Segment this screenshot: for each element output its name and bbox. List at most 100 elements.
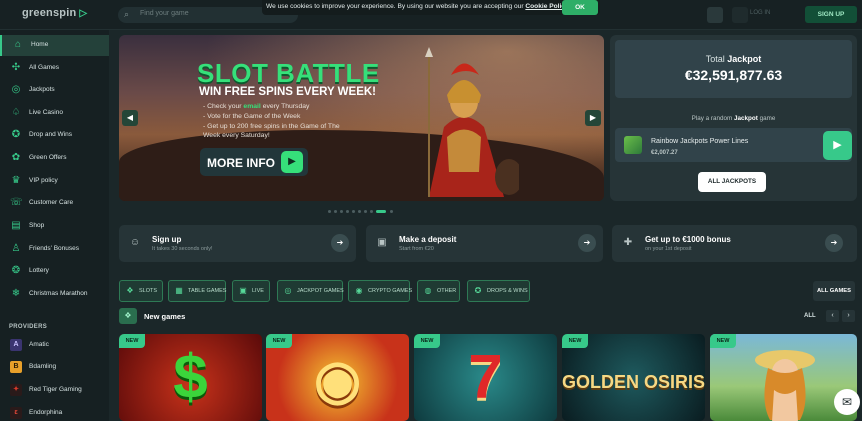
sidebar-item-home[interactable]: ⌂ Home xyxy=(0,35,109,56)
carousel-dot[interactable] xyxy=(370,210,373,213)
top-bar: greenspin ▷ ⌕ Find your game We use cooki… xyxy=(0,0,862,30)
sidebar-item-label: Green Offers xyxy=(29,154,67,161)
christmas-icon: ❄ xyxy=(11,288,21,299)
site-logo[interactable]: greenspin ▷ xyxy=(22,7,87,19)
jackpot-game-row[interactable]: Rainbow Jackpots Power Lines €2,007.27 ▶ xyxy=(615,128,852,162)
user-icon: ☺ xyxy=(129,237,141,248)
banner-line-1: - Check your email every Thursday xyxy=(203,103,309,110)
banner-line-4: Week every Saturday! xyxy=(203,132,270,139)
sidebar-item-label: All Games xyxy=(29,64,59,71)
wallet-icon: ▣ xyxy=(377,237,387,248)
jackpot-amount: €32,591,877.63 xyxy=(684,67,783,83)
prev-arrow-icon[interactable]: ‹ xyxy=(826,310,839,322)
carousel-dot[interactable] xyxy=(358,210,361,213)
carousel-dot[interactable] xyxy=(340,210,343,213)
new-games-all-link[interactable]: ALL xyxy=(804,313,816,319)
crypto-icon: ◉ xyxy=(355,286,363,295)
sidebar-item-jackpots[interactable]: ◎ Jackpots xyxy=(0,80,109,101)
all-games-button[interactable]: ALL GAMES xyxy=(813,281,855,301)
provider-item-red-tiger[interactable]: ✦ Red Tiger Gaming xyxy=(0,380,109,400)
promo-card-deposit[interactable]: ▣ Make a deposit Start from €20 ➔ xyxy=(366,225,603,262)
category-jackpot-games[interactable]: ◎ JACKPOT GAMES xyxy=(277,280,344,302)
dollar-sign-icon: $ xyxy=(173,343,208,412)
category-label: LIVE xyxy=(252,288,264,294)
cookie-message: We use cookies to improve your experienc… xyxy=(266,3,526,10)
carousel-dot[interactable] xyxy=(334,210,337,213)
sidebar-item-all-games[interactable]: ✣ All Games xyxy=(0,58,109,79)
promo-banner[interactable]: SLOT BATTLE WIN FREE SPINS EVERY WEEK! -… xyxy=(119,35,604,201)
carousel-dot-active[interactable] xyxy=(376,210,386,213)
signup-button[interactable]: SIGN UP xyxy=(805,6,857,23)
games-icon: ✣ xyxy=(11,62,21,73)
promo-subtitle: It takes 30 seconds only! xyxy=(152,246,213,252)
game-card[interactable]: ◉ NEW xyxy=(266,334,409,421)
arrow-right-icon[interactable]: ➔ xyxy=(578,234,596,252)
provider-item-endorphina[interactable]: ε Endorphina xyxy=(0,403,109,421)
sidebar-item-friends-bonuses[interactable]: ♙ Friends' Bonuses xyxy=(0,239,109,260)
chat-support-icon[interactable]: ✉ xyxy=(834,389,860,415)
jackpot-label-bold: Jackpot xyxy=(727,54,762,64)
promo-card-bonus[interactable]: ✚ Get up to €1000 bonus on your 1st depo… xyxy=(612,225,857,262)
home-icon: ⌂ xyxy=(14,39,22,50)
category-crypto-games[interactable]: ◉ CRYPTO GAMES xyxy=(348,280,412,302)
jackpot-game-value: €2,007.27 xyxy=(651,150,678,156)
provider-item-bdamling[interactable]: B Bdamling xyxy=(0,357,109,377)
sidebar-item-shop[interactable]: ▤ Shop xyxy=(0,216,109,237)
sidebar-item-label: Shop xyxy=(29,222,45,229)
banner-line-3: - Get up to 200 free spins in the Game o… xyxy=(203,123,340,130)
category-other[interactable]: ◍ OTHER xyxy=(417,280,460,302)
cookie-ok-button[interactable]: OK xyxy=(562,0,598,15)
random-pre: Play a random xyxy=(691,115,735,122)
provider-label: Amatic xyxy=(29,341,49,348)
customer-care-icon: ☏ xyxy=(10,197,23,208)
login-icon[interactable] xyxy=(732,7,748,23)
play-icon: ▶ xyxy=(281,151,303,173)
lucky-seven-icon: 7 xyxy=(468,343,503,412)
banner-prev-button[interactable]: ◀ xyxy=(122,110,138,126)
category-label: DROPS & WINS xyxy=(487,288,528,294)
promo-subtitle: on your 1st deposit xyxy=(645,246,692,252)
arrow-right-icon[interactable]: ➔ xyxy=(331,234,349,252)
promo-card-signup[interactable]: ☺ Sign up It takes 30 seconds only! ➔ xyxy=(119,225,356,262)
category-slots[interactable]: ❖ SLOTS xyxy=(119,280,163,302)
carousel-dot[interactable] xyxy=(352,210,355,213)
category-label: JACKPOT GAMES xyxy=(297,288,344,294)
provider-label: Endorphina xyxy=(29,409,63,416)
sidebar-item-live-casino[interactable]: ♤ Live Casino xyxy=(0,103,109,124)
arrow-right-icon[interactable]: ➔ xyxy=(825,234,843,252)
next-arrow-icon[interactable]: › xyxy=(842,310,855,322)
sidebar-item-green-offers[interactable]: ✿ Green Offers xyxy=(0,148,109,169)
category-live[interactable]: ▣ LIVE xyxy=(232,280,270,302)
sidebar-item-lottery[interactable]: ❂ Lottery xyxy=(0,261,109,282)
carousel-dot[interactable] xyxy=(390,210,393,213)
more-info-label: MORE INFO xyxy=(207,156,275,170)
provider-item-amatic[interactable]: A Amatic xyxy=(0,335,109,355)
endorphina-icon: ε xyxy=(10,407,22,419)
sidebar-item-vip-policy[interactable]: ♛ VIP policy xyxy=(0,171,109,192)
carousel-dot[interactable] xyxy=(328,210,331,213)
jackpot-icon: ◎ xyxy=(11,84,21,95)
jackpot-play-button[interactable]: ▶ xyxy=(823,131,852,160)
category-table-games[interactable]: ▦ TABLE GAMES xyxy=(168,280,226,302)
carousel-dot[interactable] xyxy=(364,210,367,213)
all-jackpots-button[interactable]: ALL JACKPOTS xyxy=(698,172,766,192)
sidebar-item-customer-care[interactable]: ☏ Customer Care xyxy=(0,193,109,214)
game-card[interactable]: $ NEW xyxy=(119,334,262,421)
farm-girl-illustration xyxy=(755,350,815,421)
sidebar-item-drop-and-wins[interactable]: ✪ Drop and Wins xyxy=(0,125,109,146)
jackpot-game-name: Rainbow Jackpots Power Lines xyxy=(651,138,749,145)
category-drops-wins[interactable]: ✪ DROPS & WINS xyxy=(467,280,530,302)
login-label[interactable]: LOG IN xyxy=(750,10,770,16)
red-tiger-icon: ✦ xyxy=(10,384,22,396)
game-card[interactable]: 7 NEW xyxy=(414,334,557,421)
banner-next-button[interactable]: ▶ xyxy=(585,110,601,126)
eye-of-ra-icon: ◉ xyxy=(313,350,362,410)
more-info-button[interactable]: MORE INFO ▶ xyxy=(200,148,308,176)
jackpot-panel: Total Jackpot €32,591,877.63 Play a rand… xyxy=(610,35,857,201)
game-card[interactable]: GOLDEN OSIRIS NEW xyxy=(562,334,705,421)
sidebar-item-christmas-marathon[interactable]: ❄ Christmas Marathon xyxy=(0,284,109,305)
carousel-dot[interactable] xyxy=(346,210,349,213)
bdamling-icon: B xyxy=(10,361,22,373)
sidebar-item-label: Lottery xyxy=(29,267,49,274)
user-avatar-icon[interactable] xyxy=(707,7,723,23)
